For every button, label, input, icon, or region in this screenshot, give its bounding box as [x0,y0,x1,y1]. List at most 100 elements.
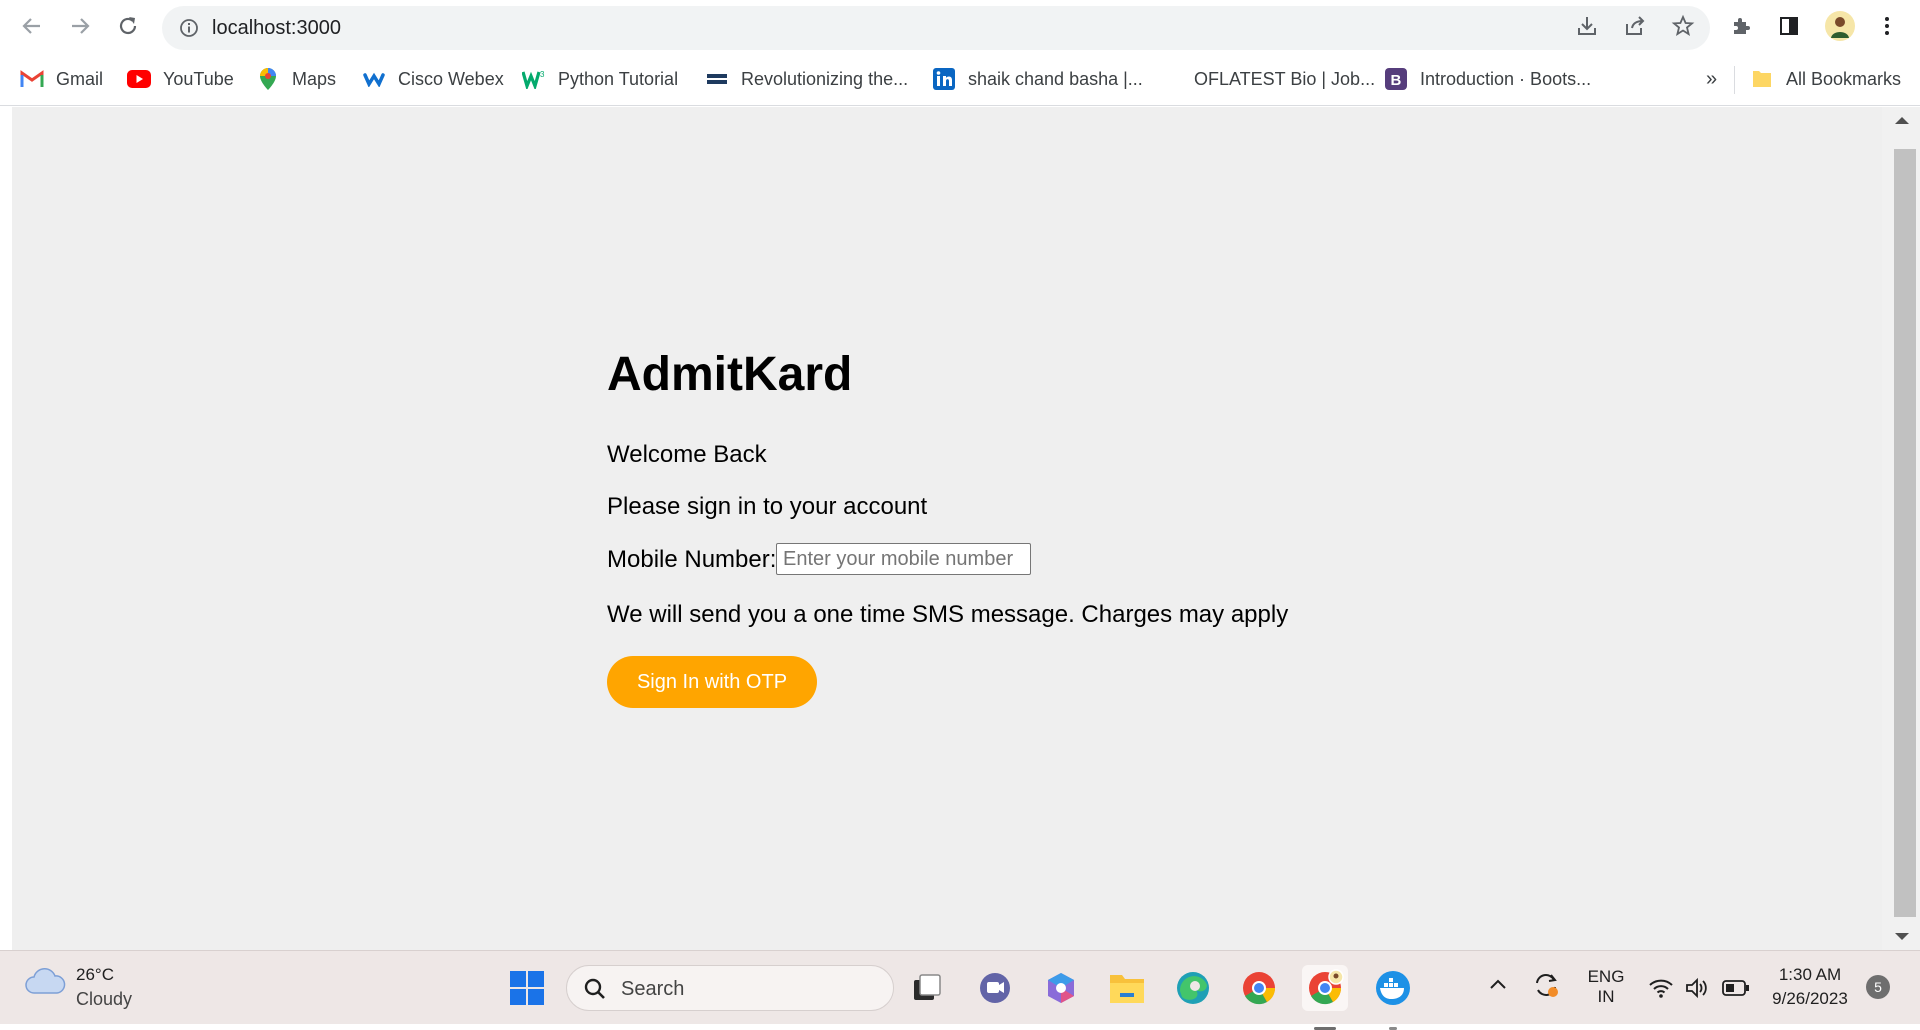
taskbar-search[interactable]: Search [566,965,894,1011]
scroll-thumb[interactable] [1894,149,1916,917]
profile-avatar[interactable] [1824,10,1856,42]
teams-chat-button[interactable] [972,965,1018,1011]
linkedin-icon [932,67,956,91]
svg-text:3: 3 [540,70,545,79]
bookmark-label: Gmail [56,68,104,89]
bookmark-linkedin[interactable]: shaik chand basha |... [932,66,1143,92]
edge-icon [1177,972,1209,1004]
bookmark-label: Python Tutorial [558,68,679,89]
language-region: IN [1597,987,1615,1006]
bookmark-youtube[interactable]: YouTube [127,66,234,92]
bookmark-label: Maps [292,68,337,89]
side-panel-icon [1780,17,1798,35]
w3schools-icon: 3 [522,67,546,91]
address-bar[interactable]: localhost:3000 [162,6,1710,50]
avatar-icon [1825,11,1855,41]
language-indicator[interactable]: ENG IN [1584,967,1628,1007]
bookmark-python-tutorial[interactable]: 3 Python Tutorial [522,66,678,92]
bookmark-label: YouTube [163,68,234,89]
mobile-number-label: Mobile Number: [607,546,777,573]
search-icon [584,978,605,999]
welcome-text: Welcome Back [607,441,767,468]
clock[interactable]: 1:30 AM 9/26/2023 [1762,965,1858,1009]
chrome-button[interactable] [1236,965,1282,1011]
back-arrow-icon [22,18,40,34]
start-button[interactable] [504,965,550,1011]
notification-count-badge[interactable]: 5 [1866,975,1890,999]
task-view-button[interactable] [904,965,950,1011]
forward-button[interactable] [66,12,94,40]
scroll-up-arrow-icon[interactable] [1895,117,1909,124]
more-bookmarks-button[interactable]: » [1706,66,1717,92]
nxtwave-icon [705,67,729,91]
side-panel-button[interactable] [1776,13,1802,39]
windows-taskbar: 26°C Cloudy Search ENG IN 1:30 AM 9/26/2… [0,950,1920,1030]
docker-icon [1376,971,1410,1005]
all-bookmarks-button[interactable]: All Bookmarks [1750,66,1901,92]
all-bookmarks-label: All Bookmarks [1786,68,1902,89]
weather-temperature: 26°C [76,965,114,984]
folder-icon [1110,975,1144,1003]
extensions-button[interactable] [1728,13,1754,39]
chrome-profile-icon [1309,969,1344,1005]
app-title: AdmitKard [607,348,853,401]
bookmark-label: Revolutionizing the... [741,68,909,89]
svg-text:B: B [1391,72,1402,89]
page-scrollbar[interactable] [1882,107,1920,950]
back-button[interactable] [18,12,46,40]
mobile-number-input[interactable] [776,543,1031,575]
youtube-icon [127,67,151,91]
page-viewport: AdmitKard Welcome Back Please sign in to… [12,107,1882,950]
sync-icon[interactable] [1532,971,1560,1004]
bookmark-oflatest[interactable]: OFLATEST Bio | Job... [1194,66,1375,92]
file-explorer-button[interactable] [1104,965,1150,1011]
bookmarks-bar: Gmail YouTube Maps Cisco Webex 3 Python … [0,52,1920,106]
bookmarks-divider [1734,66,1735,94]
language-code: ENG [1587,967,1625,986]
scroll-down-arrow-icon[interactable] [1895,933,1909,940]
bookmark-bootstrap[interactable]: B Introduction · Boots... [1384,66,1591,92]
webex-icon [362,67,386,91]
site-info-icon[interactable] [178,17,200,39]
edge-browser-button[interactable] [1170,965,1216,1011]
copilot-button[interactable] [1038,965,1084,1011]
chrome-icon [1243,972,1276,1005]
docker-button[interactable] [1370,965,1416,1030]
forward-arrow-icon [72,18,90,34]
clock-date: 9/26/2023 [1772,989,1848,1008]
bootstrap-icon: B [1384,67,1408,91]
clock-time: 1:30 AM [1778,965,1842,984]
install-app-button[interactable] [1574,13,1600,39]
share-icon [1626,16,1645,35]
chrome-profile-active-button[interactable] [1302,965,1348,1030]
bookmark-label: OFLATEST Bio | Job... [1194,68,1376,89]
tray-overflow-chevron-icon[interactable] [1488,977,1508,996]
sms-note: We will send you a one time SMS message.… [607,601,1289,628]
volume-icon[interactable] [1684,977,1710,1004]
bookmark-star-button[interactable] [1670,13,1696,39]
puzzle-icon [1734,18,1750,34]
browser-menu-button[interactable] [1874,13,1900,39]
signin-subtitle: Please sign in to your account [607,493,928,520]
share-button[interactable] [1622,13,1648,39]
bookmark-maps[interactable]: Maps [256,66,336,92]
more-vert-icon [1885,17,1889,35]
star-icon [1671,14,1695,36]
cloud-icon [24,967,66,997]
sign-in-otp-button[interactable]: Sign In with OTP [607,656,817,708]
bookmark-revolutionizing[interactable]: Revolutionizing the... [705,66,908,92]
battery-icon[interactable] [1722,979,1750,1002]
wifi-icon[interactable] [1648,977,1674,1004]
bookmark-webex[interactable]: Cisco Webex [362,66,504,92]
folder-icon [1750,67,1774,91]
url-text[interactable]: localhost:3000 [212,17,341,40]
gmail-icon [20,67,44,91]
bookmark-label: Cisco Webex [398,68,504,89]
bookmark-gmail[interactable]: Gmail [20,66,103,92]
bookmark-label: Introduction · Boots... [1420,68,1592,89]
reload-icon [119,17,137,35]
copilot-icon [1048,973,1074,1003]
download-icon [1578,17,1596,35]
reload-button[interactable] [114,12,142,40]
task-view-icon [914,974,941,1000]
